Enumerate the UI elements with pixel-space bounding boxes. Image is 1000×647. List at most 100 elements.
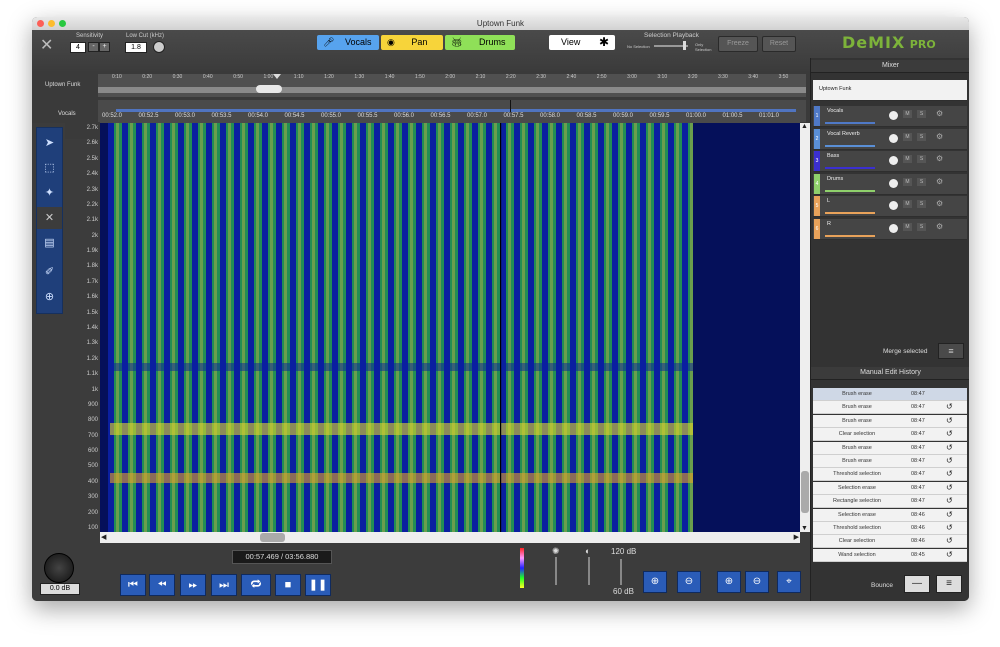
undo-icon[interactable]: ↺ xyxy=(946,482,953,494)
track-settings-icon[interactable]: ⚙ xyxy=(936,177,943,186)
history-item[interactable]: Selection erase 08:46 ↺ xyxy=(813,508,967,522)
contrast-slider[interactable] xyxy=(588,557,590,585)
pan-knob-icon[interactable] xyxy=(889,156,898,165)
rewind-button[interactable]: ⏪︎ xyxy=(149,574,175,596)
brightness-slider[interactable] xyxy=(555,557,557,585)
lowcut-knob-icon[interactable] xyxy=(153,41,165,53)
stop-button[interactable]: ■ xyxy=(275,574,301,596)
minimize-window-icon[interactable] xyxy=(48,20,55,27)
mute-button[interactable]: M xyxy=(903,200,912,208)
horizontal-scroll-thumb[interactable] xyxy=(260,533,285,542)
vertical-scrollbar[interactable]: ▲ ▼ xyxy=(800,123,810,532)
undo-icon[interactable]: ↺ xyxy=(946,549,953,561)
sensitivity-plus-button[interactable]: + xyxy=(99,42,110,52)
scroll-left-arrow-icon[interactable]: ◀ xyxy=(101,533,106,541)
fast-forward-button[interactable]: ⏩︎ xyxy=(180,574,206,596)
mute-button[interactable]: M xyxy=(903,110,912,118)
zoom-window-icon[interactable] xyxy=(59,20,66,27)
pan-knob-icon[interactable] xyxy=(889,223,898,233)
mute-button[interactable]: M xyxy=(903,177,912,186)
undo-icon[interactable]: ↺ xyxy=(946,428,953,440)
overview-viewport-handle[interactable] xyxy=(256,85,282,93)
mixer-master-row[interactable]: Uptown Funk xyxy=(813,80,967,101)
erase-selection-tool-icon[interactable]: ✕ xyxy=(37,207,62,229)
pause-button[interactable]: ❚❚ xyxy=(305,574,331,596)
gain-knob-icon[interactable] xyxy=(44,553,74,583)
solo-button[interactable]: S xyxy=(917,200,926,208)
zoom-out-horizontal-button[interactable]: ⊖ xyxy=(745,571,769,593)
undo-icon[interactable]: ↺ xyxy=(946,509,953,521)
history-item[interactable]: Rectangle selection 08:47 ↺ xyxy=(813,495,967,509)
mode-pan-button[interactable]: ◉ Pan xyxy=(381,35,443,50)
zoom-out-vertical-button[interactable]: ⊖ xyxy=(677,571,701,593)
history-item[interactable]: Clear selection 08:46 ↺ xyxy=(813,535,967,549)
undo-icon[interactable]: ↺ xyxy=(946,415,953,427)
scroll-down-arrow-icon[interactable]: ▼ xyxy=(801,525,808,532)
solo-button[interactable]: S xyxy=(917,132,926,141)
history-item[interactable]: Selection erase 08:47 ↺ xyxy=(813,481,967,495)
history-item[interactable]: Brush erase 08:47 xyxy=(813,388,967,401)
history-item[interactable]: Brush erase 08:47 ↺ xyxy=(813,455,967,468)
pan-knob-icon[interactable] xyxy=(889,178,898,188)
track-settings-icon[interactable]: ⚙ xyxy=(936,132,943,141)
track-settings-icon[interactable]: ⚙ xyxy=(936,199,943,208)
freeze-button[interactable]: Freeze xyxy=(718,36,758,52)
undo-icon[interactable]: ↺ xyxy=(946,442,953,454)
track-settings-icon[interactable]: ⚙ xyxy=(936,109,943,118)
mode-drums-button[interactable]: 🥁︎ Drums xyxy=(445,35,515,50)
db-range-slider[interactable] xyxy=(620,559,622,585)
playhead-marker-top[interactable] xyxy=(273,74,281,79)
mute-button[interactable]: M xyxy=(903,155,912,163)
skip-to-start-button[interactable]: ⏮︎ xyxy=(120,574,146,596)
lowcut-value[interactable]: 1.8 xyxy=(125,42,147,53)
close-x-icon[interactable]: ✕ xyxy=(40,35,53,55)
zoom-tool-icon[interactable]: ⊕ xyxy=(37,286,62,308)
undo-icon[interactable]: ↺ xyxy=(946,495,953,507)
solo-button[interactable]: S xyxy=(917,155,926,163)
solo-button[interactable]: S xyxy=(917,110,926,118)
history-item[interactable]: Brush erase 08:47 ↺ xyxy=(813,441,967,455)
overview-waveform-main[interactable]: 0:10 0:20 0:30 0:40 0:50 1:00 1:10 1:20 1:30 1:40… xyxy=(98,74,806,97)
bounce-mono-button[interactable]: — xyxy=(904,575,930,593)
undo-icon[interactable]: ↺ xyxy=(946,535,953,547)
skip-to-end-button[interactable]: ⏭︎ xyxy=(211,574,237,596)
solo-button[interactable]: S xyxy=(917,177,926,186)
pan-knob-icon[interactable] xyxy=(889,111,898,120)
pan-knob-icon[interactable] xyxy=(889,201,898,210)
mixer-track-row[interactable]: 4 Drums M S ⚙ xyxy=(813,173,967,195)
zoom-in-vertical-button[interactable]: ⊕ xyxy=(643,571,667,593)
rectangle-select-tool-icon[interactable]: ⬚ xyxy=(37,157,62,179)
zoom-in-horizontal-button[interactable]: ⊕ xyxy=(717,571,741,593)
spectrogram-view[interactable] xyxy=(100,123,800,532)
mute-button[interactable]: M xyxy=(903,222,912,231)
mixer-track-row[interactable]: 5 L M S ⚙ xyxy=(813,196,967,217)
undo-icon[interactable]: ↺ xyxy=(946,455,953,467)
sensitivity-value[interactable]: 4 xyxy=(70,42,86,53)
history-item[interactable]: Threshold selection 08:47 ↺ xyxy=(813,468,967,482)
track-settings-icon[interactable]: ⚙ xyxy=(936,154,943,163)
selection-playback-thumb[interactable] xyxy=(683,41,686,50)
pan-knob-icon[interactable] xyxy=(889,133,898,143)
undo-icon[interactable]: ↺ xyxy=(946,468,953,480)
undo-icon[interactable]: ↺ xyxy=(946,522,953,534)
mixer-track-row[interactable]: 3 Bass M S ⚙ xyxy=(813,151,967,172)
mixer-track-row[interactable]: 6 R M S ⚙ xyxy=(813,218,967,240)
solo-button[interactable]: S xyxy=(917,222,926,231)
merge-selected-button[interactable]: ≡ xyxy=(938,343,964,359)
pointer-tool-icon[interactable]: ➤ xyxy=(37,132,62,154)
mixer-track-row[interactable]: 2 Vocal Reverb M S ⚙ xyxy=(813,128,967,150)
zoom-fit-button[interactable]: ⌖ xyxy=(777,571,801,593)
history-item[interactable]: Clear selection 08:47 ↺ xyxy=(813,428,967,442)
loop-button[interactable]: 🔁︎ xyxy=(241,574,271,596)
history-item[interactable]: Brush erase 08:47 ↺ xyxy=(813,414,967,428)
horizontal-scrollbar[interactable]: ◀ ▶ xyxy=(100,532,800,543)
bounce-stems-button[interactable]: ≡ xyxy=(936,575,962,593)
scroll-right-arrow-icon[interactable]: ▶ xyxy=(794,533,799,541)
mode-vocals-button[interactable]: 🎤︎ Vocals xyxy=(317,35,379,50)
history-item[interactable]: Brush erase 08:47 ↺ xyxy=(813,401,967,415)
magic-wand-tool-icon[interactable]: ✦ xyxy=(37,182,62,204)
history-item[interactable]: Wand selection 08:45 ↺ xyxy=(813,548,967,562)
sensitivity-minus-button[interactable]: - xyxy=(88,42,99,52)
mixer-track-row[interactable]: 1 Vocals M S ⚙ xyxy=(813,106,967,127)
threshold-tool-icon[interactable]: ▤ xyxy=(37,232,62,254)
